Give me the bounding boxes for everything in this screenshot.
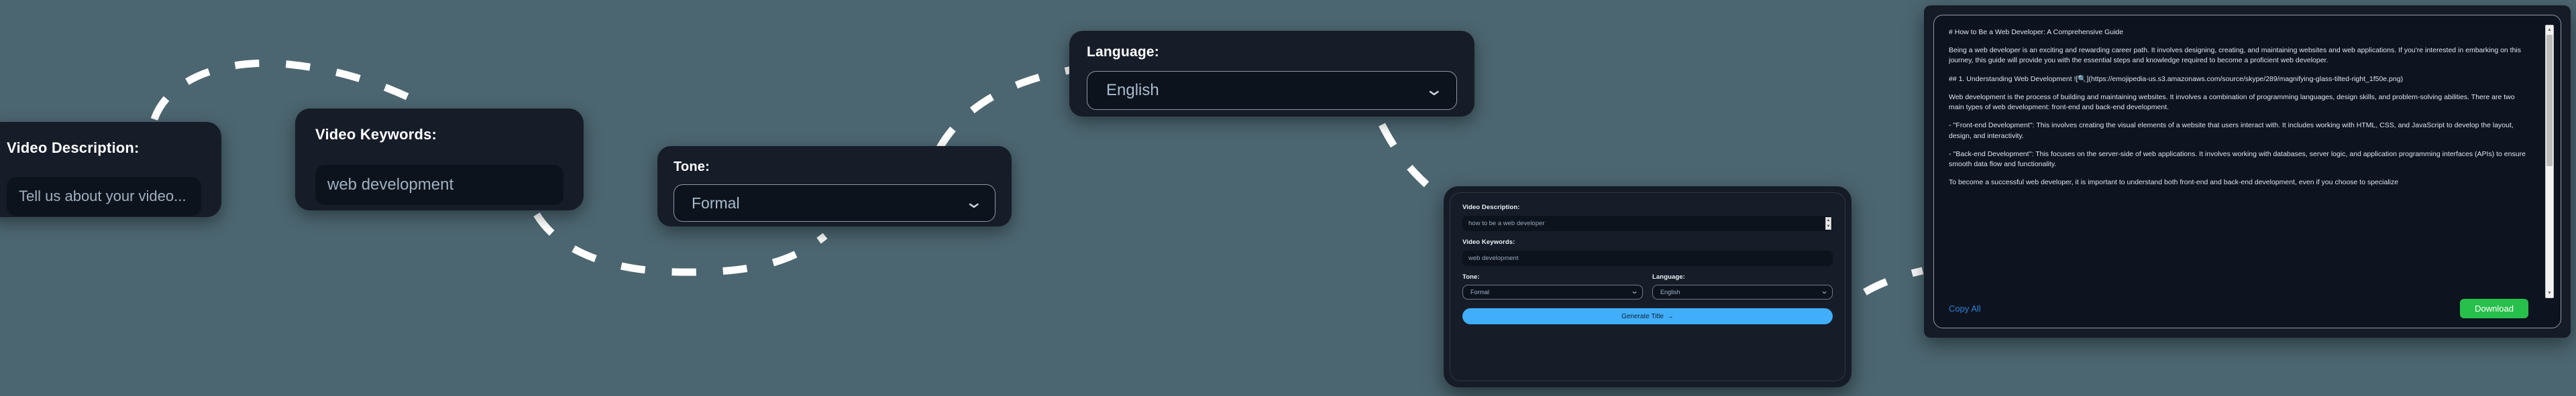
form-label-language: Language: [1652, 273, 1685, 281]
markdown-paragraph: - ''Front-end Development'': This involv… [1949, 121, 2514, 140]
callout-language: Language: English ⌄ [1069, 31, 1474, 117]
form-label-video-keywords: Video Keywords: [1462, 239, 1515, 246]
markdown-paragraph: ## 1. Understanding Web Development ![🔍]… [1949, 74, 2404, 83]
generate-title-button[interactable]: Generate Title → [1462, 308, 1833, 324]
markdown-output-text: # How to Be a Web Developer: A Comprehen… [1949, 27, 2546, 295]
markdown-paragraph: Web development is the process of buildi… [1949, 92, 2515, 112]
language-select[interactable]: English ⌄ [1087, 71, 1457, 110]
callout-label-video-description: Video Description: [7, 139, 140, 156]
connector-app-to-output [1863, 267, 1924, 295]
callout-video-keywords: Video Keywords: web development [295, 109, 584, 210]
scroll-down-icon[interactable]: ▼ [2546, 289, 2553, 298]
form-video-description-textarea[interactable]: how to be a web developer ▲ ▼ [1462, 216, 1833, 231]
download-button[interactable]: Download [2460, 299, 2528, 318]
form-selects-row: Tone: Formal ⌄ Language: English ⌄ [1462, 273, 1833, 300]
form-tone-select[interactable]: Formal ⌄ [1462, 285, 1643, 300]
output-scrollbar[interactable]: ▲ ▼ [2545, 25, 2554, 298]
output-footer: Copy All Download [1949, 295, 2546, 318]
chevron-down-icon: ⌄ [1820, 287, 1829, 295]
markdown-paragraph: To become a successful web developer, it… [1949, 178, 2399, 187]
copy-all-link[interactable]: Copy All [1949, 304, 1981, 314]
scroll-up-icon[interactable]: ▲ [2546, 25, 2553, 34]
scrollbar-thumb[interactable] [2546, 35, 2553, 166]
screenshot-stage: Video Description: Tell us about your vi… [0, 0, 2576, 396]
form-video-keywords-input[interactable]: web development [1462, 251, 1833, 266]
output-panel-inner: # How to Be a Web Developer: A Comprehen… [1933, 15, 2561, 328]
scroll-down-icon[interactable]: ▼ [1827, 224, 1831, 229]
video-keywords-value: web development [327, 176, 454, 194]
chevron-down-icon: ⌄ [1630, 287, 1639, 295]
language-select-value: English [1106, 81, 1159, 99]
generator-form-panel: Video Description: how to be a web devel… [1444, 186, 1851, 387]
callout-video-description: Video Description: Tell us about your vi… [0, 122, 221, 217]
form-tone-value: Formal [1470, 289, 1490, 295]
callout-label-tone: Tone: [674, 159, 710, 174]
form-label-tone: Tone: [1462, 273, 1480, 281]
video-description-placeholder: Tell us about your video... [19, 188, 186, 204]
generator-form-inner: Video Description: how to be a web devel… [1450, 192, 1845, 381]
form-video-keywords-value: web development [1468, 255, 1519, 262]
form-language-group: Language: English ⌄ [1652, 273, 1833, 300]
tone-select-value: Formal [692, 194, 740, 212]
callout-tone: Tone: Formal ⌄ [657, 146, 1012, 226]
form-language-select[interactable]: English ⌄ [1652, 285, 1833, 300]
video-keywords-input[interactable]: web development [315, 165, 564, 205]
markdown-paragraph: Being a web developer is an exciting and… [1949, 46, 2522, 65]
form-tone-group: Tone: Formal ⌄ [1462, 273, 1643, 300]
chevron-down-icon: ⌄ [1424, 79, 1444, 99]
video-description-input[interactable]: Tell us about your video... [7, 177, 201, 216]
generate-title-label: Generate Title [1621, 312, 1664, 320]
callout-label-language: Language: [1087, 44, 1159, 60]
output-panel: # How to Be a Web Developer: A Comprehen… [1924, 5, 2571, 338]
tone-select[interactable]: Formal ⌄ [674, 184, 996, 222]
textarea-scrollbar[interactable]: ▲ ▼ [1825, 217, 1831, 230]
form-video-description-value: how to be a web developer [1468, 220, 1545, 227]
markdown-paragraph: # How to Be a Web Developer: A Comprehen… [1949, 28, 2124, 36]
markdown-paragraph: - ''Back-end Development'': This focuses… [1949, 149, 2526, 168]
chevron-down-icon: ⌄ [964, 192, 984, 212]
scroll-up-icon[interactable]: ▲ [1827, 218, 1831, 223]
form-label-video-description: Video Description: [1462, 204, 1520, 211]
form-language-value: English [1660, 289, 1680, 295]
callout-label-video-keywords: Video Keywords: [315, 126, 437, 143]
arrow-right-icon: → [1666, 312, 1674, 320]
